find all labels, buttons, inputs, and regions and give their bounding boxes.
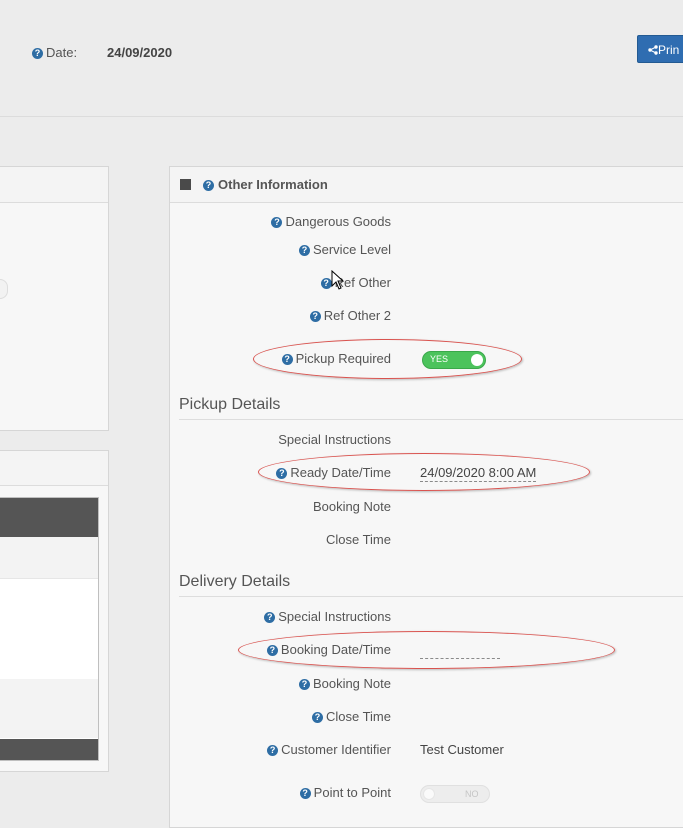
pickup-special-instructions-label: Special Instructions <box>278 432 391 447</box>
left-panel-badge <box>0 279 8 299</box>
help-icon[interactable]: ? <box>203 180 214 192</box>
point-to-point-label: ? Point to Point <box>299 785 391 800</box>
divider <box>179 419 683 420</box>
toggle-knob <box>471 354 483 366</box>
pickup-required-toggle[interactable]: YES <box>422 351 486 369</box>
pickup-booking-note-label: Booking Note <box>312 499 391 514</box>
table-row[interactable] <box>0 679 98 738</box>
pickup-details-title: Pickup Details <box>179 396 281 413</box>
help-icon[interactable]: ? <box>311 712 323 724</box>
service-level-label: ? Service Level <box>298 242 391 257</box>
help-icon[interactable]: ? <box>298 245 310 257</box>
left-panel-bottom-header <box>0 451 108 486</box>
delivery-booking-note-label: ? Booking Note <box>298 676 391 691</box>
help-icon[interactable]: ? <box>309 311 321 323</box>
booking-datetime-value[interactable] <box>420 645 500 659</box>
help-icon[interactable]: ? <box>276 468 288 480</box>
left-panel-bottom <box>0 450 109 772</box>
pickup-close-time-label: Close Time <box>325 532 391 547</box>
other-information-header[interactable]: ? Other Information <box>170 167 683 203</box>
booking-datetime-label: ? Booking Date/Time <box>266 642 391 657</box>
point-to-point-toggle[interactable]: NO <box>420 785 490 803</box>
collapse-icon[interactable] <box>180 179 191 190</box>
delivery-special-instructions-label: ? Special Instructions <box>264 609 391 624</box>
divider <box>179 596 683 597</box>
toggle-knob <box>423 788 435 800</box>
delivery-details-title: Delivery Details <box>179 573 291 590</box>
delivery-close-time-label: ? Close Time <box>311 709 391 724</box>
help-icon[interactable]: ? <box>271 217 283 229</box>
print-button[interactable]: Prin <box>637 35 683 63</box>
table-row[interactable] <box>0 579 98 679</box>
help-icon[interactable]: ? <box>264 612 276 624</box>
cursor-icon <box>331 270 345 290</box>
date-label: ? Date: <box>32 45 77 60</box>
help-icon[interactable]: ? <box>266 645 278 657</box>
ref-other-2-label: ? Ref Other 2 <box>309 308 391 323</box>
table-row[interactable] <box>0 537 98 579</box>
help-icon[interactable]: ? <box>32 48 43 60</box>
ready-datetime-value[interactable]: 24/09/2020 8:00 AM <box>420 465 537 482</box>
left-table-footer <box>0 739 98 760</box>
help-icon[interactable]: ? <box>298 679 310 691</box>
customer-identifier-label: ? Customer Identifier <box>267 742 391 757</box>
other-information-title: ? Other Information <box>203 177 328 192</box>
print-button-label: Prin <box>658 43 680 57</box>
ready-datetime-label: ? Ready Date/Time <box>276 465 391 480</box>
top-bar: ? Date: 24/09/2020 Prin <box>0 0 683 117</box>
left-panel-top-header <box>0 167 108 203</box>
share-icon <box>648 45 658 55</box>
pickup-required-label: ? Pickup Required <box>281 351 391 366</box>
left-panel-top <box>0 166 109 431</box>
help-icon[interactable]: ? <box>267 745 279 757</box>
dangerous-goods-label: ? Dangerous Goods <box>271 214 391 229</box>
help-icon[interactable]: ? <box>320 278 332 290</box>
toggle-label: YES <box>430 354 449 364</box>
left-table-header <box>0 498 98 537</box>
help-icon[interactable]: ? <box>299 788 311 800</box>
customer-identifier-value: Test Customer <box>420 742 504 757</box>
date-value: 24/09/2020 <box>107 45 173 60</box>
help-icon[interactable]: ? <box>281 354 293 366</box>
other-information-panel: ? Other Information ? Dangerous Goods ? Ser… <box>169 166 683 828</box>
toggle-label: NO <box>465 789 479 799</box>
left-table <box>0 497 99 761</box>
